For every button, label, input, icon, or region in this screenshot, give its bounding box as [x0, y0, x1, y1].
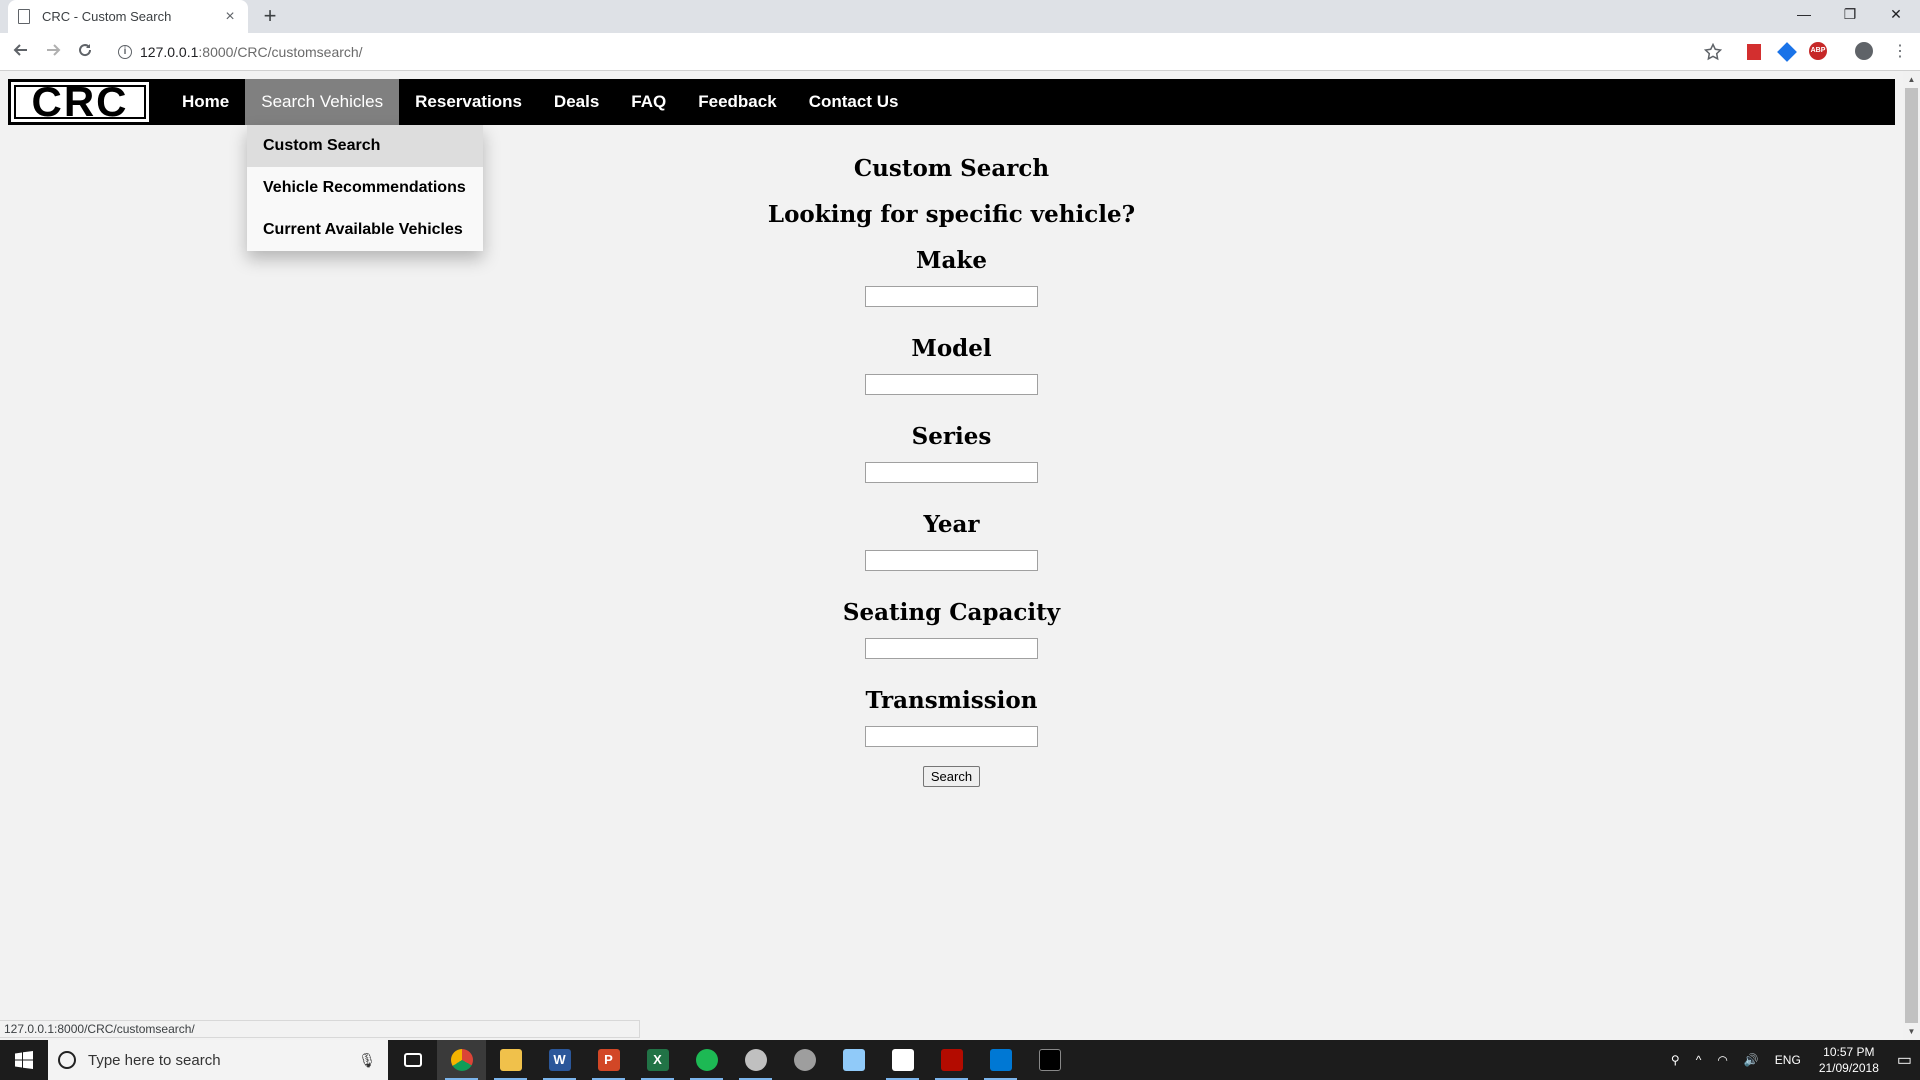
cortana-icon	[58, 1051, 76, 1069]
nav-home[interactable]: Home	[166, 79, 245, 125]
clock-time: 10:57 PM	[1823, 1045, 1875, 1059]
scroll-down-icon[interactable]: ▼	[1903, 1023, 1920, 1040]
menu-kebab-icon[interactable]: ⋮	[1890, 42, 1910, 62]
url-path: :8000/CRC/customsearch/	[198, 44, 363, 60]
page-title: Custom Search	[853, 155, 1050, 182]
clock-date: 21/09/2018	[1818, 1061, 1879, 1075]
transmission-input[interactable]	[865, 726, 1038, 747]
extension-blue-icon[interactable]	[1777, 42, 1797, 62]
nav-search-vehicles[interactable]: Search Vehicles	[245, 79, 400, 125]
task-view-icon[interactable]	[388, 1040, 437, 1080]
seating-capacity-label: Seating Capacity	[842, 599, 1061, 626]
windows-start-icon[interactable]	[0, 1040, 48, 1080]
url-host: 127.0.0.1	[140, 44, 199, 60]
taskbar-search-box[interactable]: Type here to search 🎙	[48, 1040, 388, 1080]
tab-close-icon[interactable]: ×	[222, 8, 238, 26]
series-input[interactable]	[865, 462, 1038, 483]
restore-button[interactable]: ❐	[1827, 0, 1873, 30]
nav-feedback[interactable]: Feedback	[682, 79, 792, 125]
model-input[interactable]	[865, 374, 1038, 395]
tab-title: CRC - Custom Search	[42, 9, 172, 24]
forward-arrow-icon[interactable]	[40, 40, 66, 66]
series-label: Series	[911, 423, 992, 450]
address-bar[interactable]: i 127.0.0.1:8000/CRC/customsearch/	[110, 37, 1710, 67]
notepad-taskbar-icon[interactable]	[829, 1040, 878, 1080]
browser-tab[interactable]: CRC - Custom Search ×	[8, 0, 248, 33]
clock[interactable]: 10:57 PM 21/09/2018	[1819, 1044, 1879, 1076]
action-center-icon[interactable]: ▭	[1897, 1050, 1912, 1070]
terminal-taskbar-icon[interactable]	[1025, 1040, 1074, 1080]
search-button[interactable]: Search	[922, 766, 981, 787]
nav-contact-us[interactable]: Contact Us	[793, 79, 915, 125]
adblock-icon[interactable]: ABP	[1809, 42, 1829, 62]
minimize-button[interactable]: —	[1781, 0, 1827, 30]
custom-search-form: Custom Search Looking for specific vehic…	[0, 146, 1903, 787]
reload-icon[interactable]	[72, 40, 98, 66]
site-navbar: CRC Home Search Vehicles Reservations De…	[8, 78, 1895, 125]
nav-reservations[interactable]: Reservations	[399, 79, 538, 125]
file-explorer-taskbar-icon[interactable]	[486, 1040, 535, 1080]
language-indicator[interactable]: ENG	[1775, 1053, 1801, 1067]
volume-icon[interactable]: 🔊	[1744, 1053, 1759, 1067]
chrome-taskbar-icon[interactable]	[437, 1040, 486, 1080]
page-icon	[18, 9, 30, 24]
vscode-taskbar-icon[interactable]	[976, 1040, 1025, 1080]
microphone-icon[interactable]: 🎙	[358, 1052, 376, 1069]
powerpoint-taskbar-icon[interactable]: P	[584, 1040, 633, 1080]
scrollbar-thumb[interactable]	[1905, 88, 1918, 1023]
nav-deals[interactable]: Deals	[538, 79, 615, 125]
sticky-notes-taskbar-icon[interactable]	[878, 1040, 927, 1080]
crc-logo[interactable]: CRC	[8, 78, 152, 125]
people-icon[interactable]: ⚲	[1671, 1053, 1680, 1067]
page-viewport: CRC Home Search Vehicles Reservations De…	[0, 71, 1920, 1040]
year-label: Year	[923, 511, 980, 538]
browser-tabstrip: CRC - Custom Search × + — ❐ ✕	[0, 0, 1920, 33]
back-arrow-icon[interactable]	[8, 40, 34, 66]
seating-capacity-input[interactable]	[865, 638, 1038, 659]
nav-faq[interactable]: FAQ	[615, 79, 682, 125]
transmission-label: Transmission	[865, 687, 1038, 714]
bookmark-star-icon[interactable]	[1703, 42, 1724, 63]
vertical-scrollbar[interactable]: ▲ ▼	[1903, 71, 1920, 1040]
network-icon[interactable]: ◠	[1717, 1053, 1727, 1067]
new-tab-button[interactable]: +	[258, 4, 282, 28]
year-input[interactable]	[865, 550, 1038, 571]
bird-app-taskbar-icon[interactable]	[731, 1040, 780, 1080]
acrobat-taskbar-icon[interactable]	[927, 1040, 976, 1080]
system-tray: ⚲ ^ ◠ 🔊 ENG 10:57 PM 21/09/2018 ▭	[1663, 1040, 1920, 1080]
paint-taskbar-icon[interactable]	[780, 1040, 829, 1080]
info-icon[interactable]: i	[118, 45, 132, 59]
browser-toolbar: i 127.0.0.1:8000/CRC/customsearch/ ABP ⋮	[0, 33, 1920, 71]
extension-red-icon[interactable]	[1745, 42, 1765, 62]
model-label: Model	[911, 335, 992, 362]
windows-taskbar: Type here to search 🎙 W P X ⚲ ^ ◠ 🔊 ENG …	[0, 1040, 1920, 1080]
excel-taskbar-icon[interactable]: X	[633, 1040, 682, 1080]
tray-chevron-up-icon[interactable]: ^	[1696, 1053, 1702, 1067]
status-bar: 127.0.0.1:8000/CRC/customsearch/	[0, 1020, 640, 1038]
taskbar-search-placeholder: Type here to search	[88, 1051, 221, 1069]
logo-text: CRC	[31, 78, 129, 125]
make-label: Make	[916, 247, 987, 274]
word-taskbar-icon[interactable]: W	[535, 1040, 584, 1080]
page-subtitle: Looking for specific vehicle?	[767, 201, 1136, 228]
profile-icon[interactable]	[1855, 42, 1875, 62]
scroll-up-icon[interactable]: ▲	[1903, 71, 1920, 88]
close-window-button[interactable]: ✕	[1873, 0, 1919, 30]
make-input[interactable]	[865, 286, 1038, 307]
spotify-taskbar-icon[interactable]	[682, 1040, 731, 1080]
